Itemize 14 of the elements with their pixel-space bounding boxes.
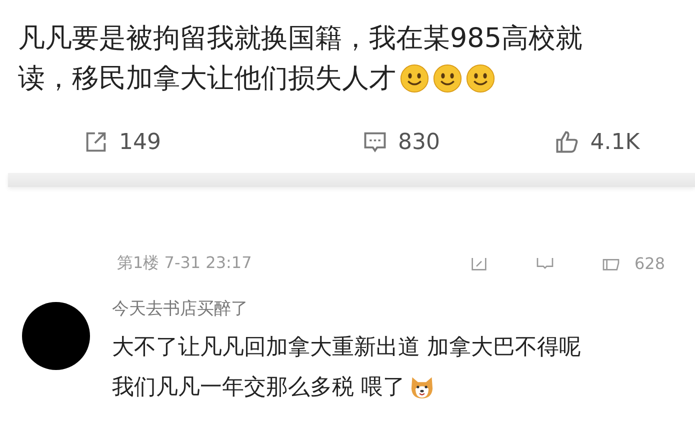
thumbs-up-icon[interactable] <box>554 129 580 155</box>
smiley-icon <box>466 64 495 92</box>
comment-count: 830 <box>398 130 440 154</box>
smiley-icon <box>400 64 429 92</box>
comment-text: 大不了让凡凡回加拿大重新出道 加拿大巴不得呢 <box>112 334 581 362</box>
floor-timestamp: 第1楼 7-31 23:17 <box>117 252 253 274</box>
smiley-icon <box>433 64 462 92</box>
comment-text: 我们凡凡一年交那么多税 喂了 <box>112 374 405 402</box>
share-count: 149 <box>119 130 161 154</box>
post-text: 凡凡要是被拘留我就换国籍，我在某985高校就 <box>18 22 583 56</box>
like-count: 4.1K <box>590 130 640 154</box>
comment-author[interactable]: 今天去书店买醉了 <box>112 297 581 327</box>
post-text: 读，移民加拿大让他们损失人才 <box>18 62 396 96</box>
like-count: 628 <box>634 254 665 272</box>
